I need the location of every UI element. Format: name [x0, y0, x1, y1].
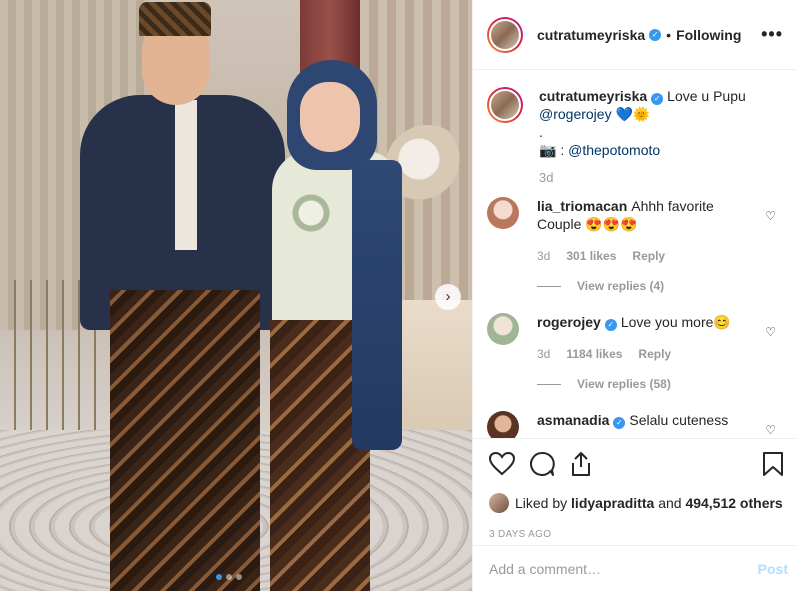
reply-button[interactable]: Reply [632, 247, 665, 265]
comment-text: Selalu cuteness [629, 412, 729, 428]
post-photo[interactable]: › [0, 0, 472, 591]
view-replies-label: View replies (58) [577, 377, 671, 391]
post-actions: Liked by lidyapraditta and 494,512 other… [473, 438, 797, 540]
post-side-panel: cutratumeyriska ✓ • Following ••• cutrat… [472, 0, 797, 591]
comment-likes[interactable]: 1184 likes [566, 345, 622, 363]
liked-by-prefix: Liked by [515, 495, 568, 511]
man-batik-sarong [110, 290, 260, 591]
commenter-avatar[interactable] [487, 411, 519, 438]
liker-avatar[interactable] [489, 493, 509, 513]
reply-button[interactable]: Reply [638, 345, 671, 363]
comment-item: asmanadia ✓ Selalu cuteness ♡ [487, 411, 782, 438]
post-timestamp[interactable]: 3 DAYS AGO [489, 529, 784, 540]
woman-scarf [352, 160, 402, 450]
carousel-dot-active [216, 574, 222, 580]
man-blangkon-hat [139, 2, 211, 36]
man-shirt [175, 100, 197, 250]
author-avatar[interactable] [487, 16, 523, 53]
caption-dot-line: . [539, 124, 543, 140]
comment-username[interactable]: asmanadia [537, 412, 609, 428]
verified-badge-icon: ✓ [613, 417, 626, 429]
add-comment-bar: Post [473, 545, 797, 591]
comment-like-heart-icon[interactable]: ♡ [765, 325, 776, 339]
comments-section[interactable]: cutratumeyriska ✓ Love u Pupu @rogerojey 💙… [473, 71, 797, 438]
view-replies-button[interactable]: View replies (58) [537, 375, 752, 393]
caption-mention[interactable]: @rogerojey [539, 106, 612, 122]
comment-item: lia_triomacan Ahhh favorite Couple 😍😍😍 3d… [487, 197, 782, 295]
camera-icon: 📷 [539, 142, 557, 158]
caption-text: Love u Pupu [667, 88, 746, 104]
carousel-next-button[interactable]: › [435, 284, 461, 310]
commenter-avatar[interactable] [487, 197, 519, 229]
caption: cutratumeyriska ✓ Love u Pupu @rogerojey 💙… [487, 87, 782, 187]
verified-badge-icon: ✓ [604, 319, 617, 331]
view-replies-label: View replies (4) [577, 279, 665, 293]
share-icon[interactable] [569, 451, 593, 477]
comment-username[interactable]: lia_triomacan [537, 198, 627, 214]
divider-line [537, 383, 561, 385]
caption-credit-prefix: : [560, 142, 565, 158]
commenter-avatar[interactable] [487, 313, 519, 345]
comment-like-heart-icon[interactable]: ♡ [765, 209, 776, 223]
caption-emojis: 💙🌞 [615, 106, 651, 122]
caption-credit-mention[interactable]: @thepotomoto [568, 142, 660, 158]
comment-icon[interactable] [529, 451, 555, 477]
comment-like-heart-icon[interactable]: ♡ [765, 423, 776, 437]
carousel-dot [226, 574, 232, 580]
header-separator: • [666, 26, 672, 43]
comment-item: rogerojey ✓ Love you more😊 3d 1184 likes R… [487, 313, 782, 393]
verified-badge-icon: ✓ [649, 28, 662, 41]
chevron-right-icon: › [445, 288, 451, 305]
post-header: cutratumeyriska ✓ • Following ••• [473, 0, 797, 70]
likes-count-link[interactable]: 494,512 others [685, 495, 782, 511]
following-button[interactable]: Following [676, 27, 741, 43]
liked-by-joiner: and [658, 495, 682, 511]
more-options-icon[interactable]: ••• [761, 24, 783, 45]
post-comment-button[interactable]: Post [758, 561, 788, 577]
likes-summary: Liked by lidyapraditta and 494,512 other… [489, 493, 784, 513]
woman-face [300, 82, 360, 152]
caption-username[interactable]: cutratumeyriska [539, 88, 647, 104]
comment-likes[interactable]: 301 likes [566, 247, 616, 265]
add-comment-input[interactable] [489, 560, 758, 577]
divider-line [537, 285, 561, 287]
author-username[interactable]: cutratumeyriska [537, 27, 645, 43]
comment-time[interactable]: 3d [537, 247, 550, 265]
comment-username[interactable]: rogerojey [537, 314, 601, 330]
bookmark-icon[interactable] [762, 451, 784, 477]
view-replies-button[interactable]: View replies (4) [537, 277, 752, 295]
heart-icon[interactable] [489, 452, 515, 476]
comment-text: Love you more😊 [620, 314, 731, 330]
liker-username[interactable]: lidyapraditta [571, 495, 654, 511]
carousel-dot [236, 574, 242, 580]
caption-author-avatar[interactable] [487, 87, 523, 123]
caption-time[interactable]: 3d [539, 169, 754, 187]
comment-time[interactable]: 3d [537, 345, 550, 363]
carousel-indicator [216, 574, 242, 580]
verified-badge-icon: ✓ [651, 93, 664, 105]
